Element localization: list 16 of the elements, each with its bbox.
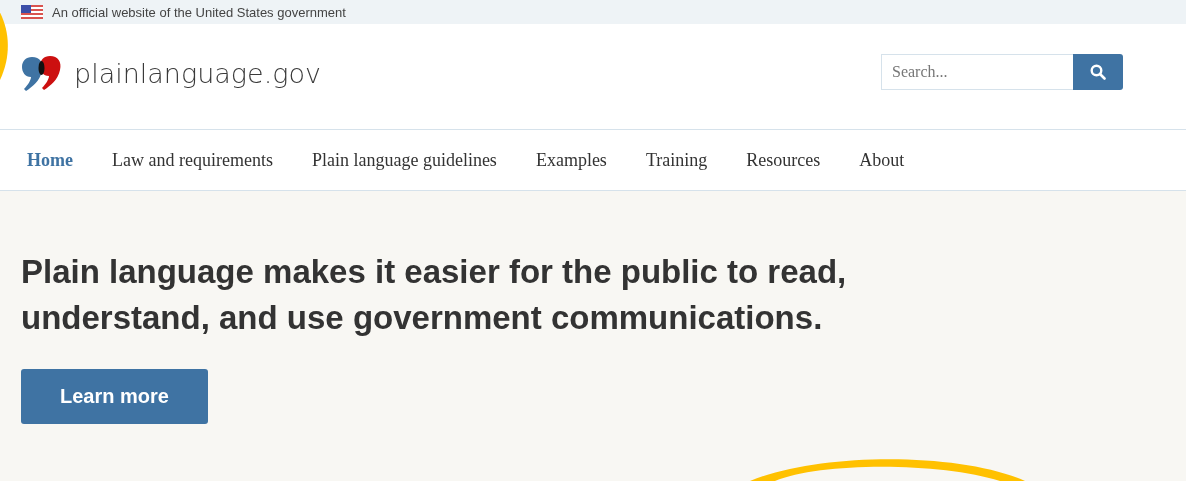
nav-link[interactable]: Examples: [535, 149, 607, 171]
banner-text: An official website of the United States government: [52, 4, 346, 20]
nav-link[interactable]: Resources: [746, 149, 821, 171]
hero-headline: Plain language makes it easier for the public to read, understand, and use government communications.: [21, 252, 848, 338]
search-icon: [1090, 63, 1106, 80]
nav-link[interactable]: Law and requirements: [112, 149, 273, 171]
nav-link[interactable]: Training: [645, 149, 708, 171]
quote-marks-logo-icon: [22, 54, 62, 93]
flag-icon: [21, 5, 43, 19]
site-name-link[interactable]: plainlanguage.gov: [74, 58, 321, 89]
nav-link[interactable]: About: [859, 149, 905, 171]
nav-link[interactable]: Home: [27, 149, 73, 171]
nav-link[interactable]: Plain language guidelines: [311, 149, 497, 171]
learn-more-button[interactable]: Learn more: [21, 369, 208, 424]
search-button[interactable]: [1073, 53, 1123, 90]
search-field[interactable]: Search...: [881, 53, 1073, 90]
